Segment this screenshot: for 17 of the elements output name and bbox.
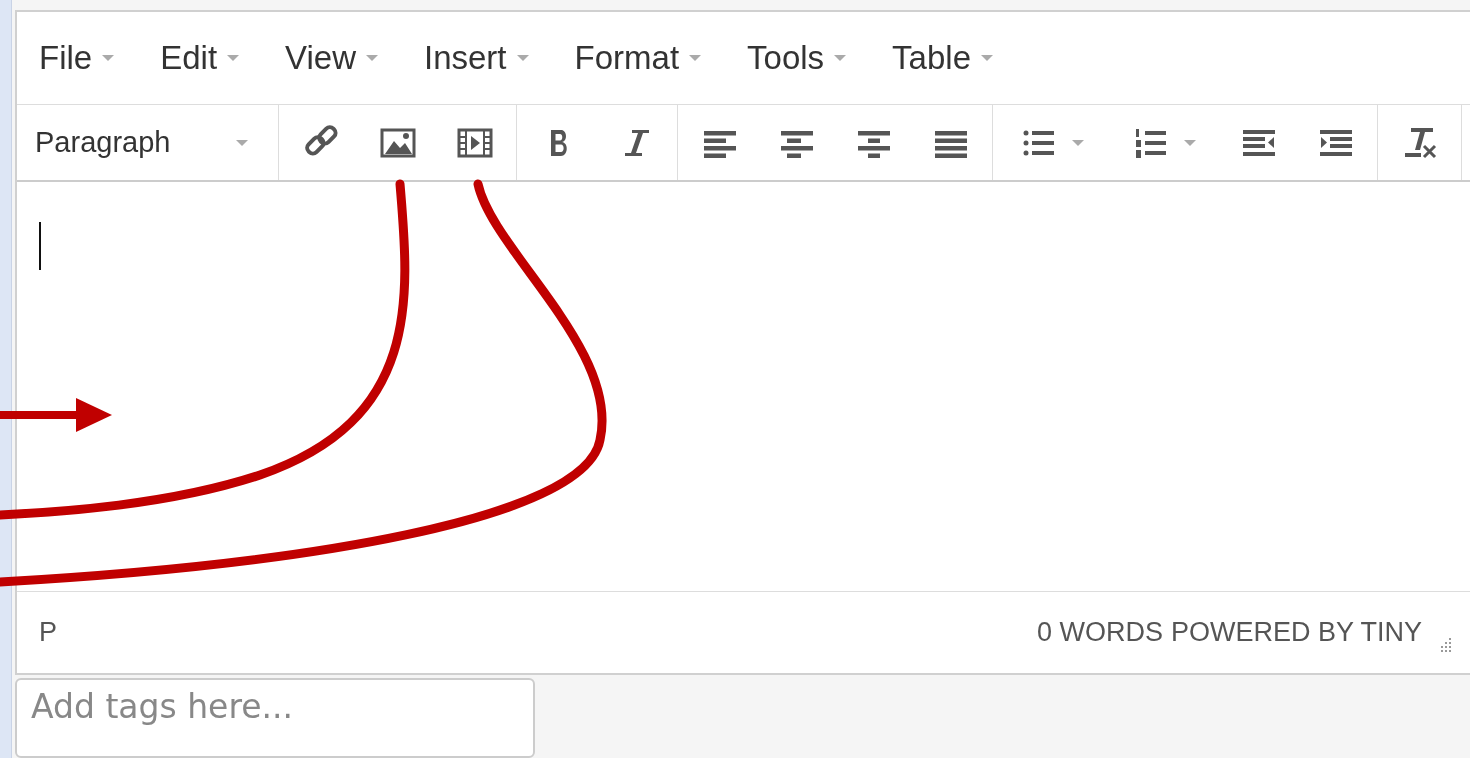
menu-item[interactable]: View	[285, 33, 402, 83]
caret-icon	[236, 139, 248, 146]
menu-item[interactable]: Tools	[747, 33, 871, 83]
format-dropdown[interactable]: Paragraph	[17, 105, 279, 180]
branding-link[interactable]: POWERED BY TINY	[1170, 612, 1422, 653]
menu-item[interactable]: Edit	[160, 33, 264, 83]
menu-item[interactable]: Insert	[424, 33, 553, 83]
caret-icon	[1184, 139, 1196, 146]
tags-field[interactable]: Add tags here...	[15, 678, 535, 758]
caret-icon	[1072, 139, 1084, 146]
word-count: 0 WORDS	[1036, 616, 1163, 650]
text-cursor	[39, 222, 41, 270]
element-path[interactable]: P	[39, 612, 57, 653]
menu-item[interactable]: Table	[892, 33, 1017, 83]
menu-item[interactable]: File	[39, 33, 139, 83]
menu-item[interactable]: Format	[574, 33, 726, 83]
resize-handle-icon[interactable]	[1438, 637, 1452, 652]
